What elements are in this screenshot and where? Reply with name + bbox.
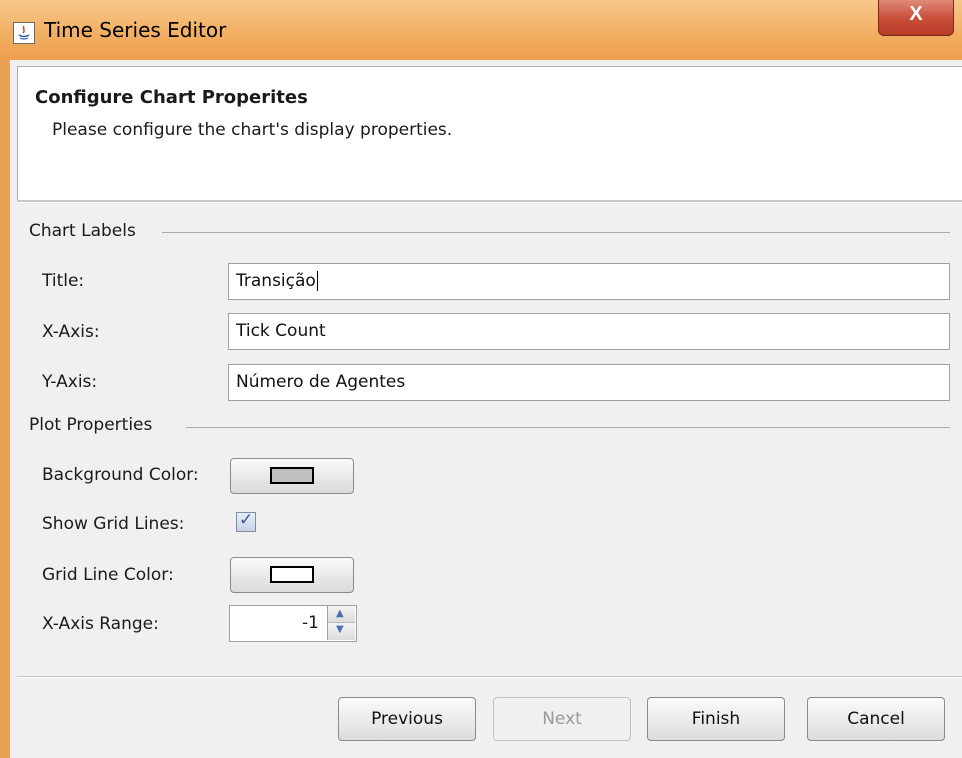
page-description: Please configure the chart's display pro… xyxy=(52,120,453,140)
chart-labels-separator xyxy=(162,232,950,233)
checkmark-icon: ✓ xyxy=(239,510,254,530)
cancel-button[interactable]: Cancel xyxy=(807,697,945,741)
spinner-increment-button[interactable]: ▲ xyxy=(327,606,355,623)
chart-labels-section-label: Chart Labels xyxy=(29,221,136,241)
arrow-down-icon: ▼ xyxy=(336,624,344,635)
arrow-up-icon: ▲ xyxy=(336,608,344,619)
background-color-label: Background Color: xyxy=(42,465,199,485)
close-button[interactable]: X xyxy=(878,0,954,36)
xaxis-range-label: X-Axis Range: xyxy=(42,614,159,634)
xaxis-input-value: Tick Count xyxy=(236,321,326,341)
page-title: Configure Chart Properites xyxy=(35,87,308,108)
yaxis-input[interactable]: Número de Agentes xyxy=(228,364,950,401)
grid-line-color-swatch xyxy=(270,566,314,583)
spinner-decrement-button[interactable]: ▼ xyxy=(327,623,355,640)
title-input[interactable]: Transição xyxy=(228,263,950,300)
text-caret xyxy=(316,271,318,291)
window-title: Time Series Editor xyxy=(44,18,227,42)
grid-line-color-label: Grid Line Color: xyxy=(42,565,174,585)
yaxis-input-value: Número de Agentes xyxy=(236,372,406,392)
show-grid-lines-checkbox[interactable]: ✓ xyxy=(236,510,256,532)
background-color-swatch xyxy=(270,467,314,484)
xaxis-input[interactable]: Tick Count xyxy=(228,313,950,350)
xaxis-label: X-Axis: xyxy=(42,322,100,342)
plot-properties-section-label: Plot Properties xyxy=(29,415,153,435)
grid-line-color-button[interactable] xyxy=(230,557,354,593)
xaxis-range-value: -1 xyxy=(302,613,319,633)
header-divider xyxy=(17,200,962,203)
title-label: Title: xyxy=(42,271,85,291)
java-app-icon xyxy=(13,22,35,44)
xaxis-range-spinner[interactable]: -1 ▲ ▼ xyxy=(229,605,357,642)
yaxis-label: Y-Axis: xyxy=(42,372,98,392)
finish-button[interactable]: Finish xyxy=(647,697,785,741)
title-bar[interactable]: Time Series Editor X xyxy=(0,0,962,60)
plot-properties-separator xyxy=(186,427,950,428)
close-icon: X xyxy=(909,3,923,25)
wizard-header: Configure Chart Properites Please config… xyxy=(17,66,962,200)
footer-divider xyxy=(17,676,962,678)
next-button[interactable]: Next xyxy=(493,697,631,741)
previous-button[interactable]: Previous xyxy=(338,697,476,741)
title-input-value: Transição xyxy=(236,271,316,291)
show-grid-lines-label: Show Grid Lines: xyxy=(42,514,185,534)
background-color-button[interactable] xyxy=(230,458,354,494)
